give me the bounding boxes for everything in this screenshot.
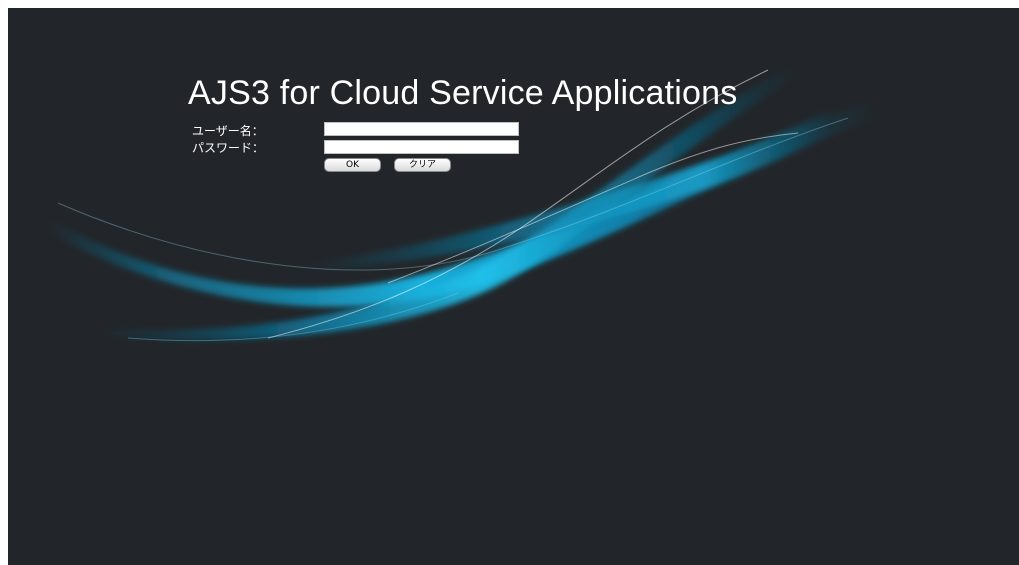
ok-button[interactable]: OK bbox=[324, 158, 381, 172]
clear-button[interactable]: クリア bbox=[394, 158, 451, 172]
username-input[interactable] bbox=[324, 122, 519, 136]
password-label: パスワード： bbox=[192, 141, 265, 155]
password-input[interactable] bbox=[324, 140, 519, 154]
login-screen: AJS3 for Cloud Service Applications ユーザー… bbox=[8, 8, 1019, 565]
username-label: ユーザー名： bbox=[192, 124, 264, 138]
app-title: AJS3 for Cloud Service Applications bbox=[188, 74, 738, 112]
